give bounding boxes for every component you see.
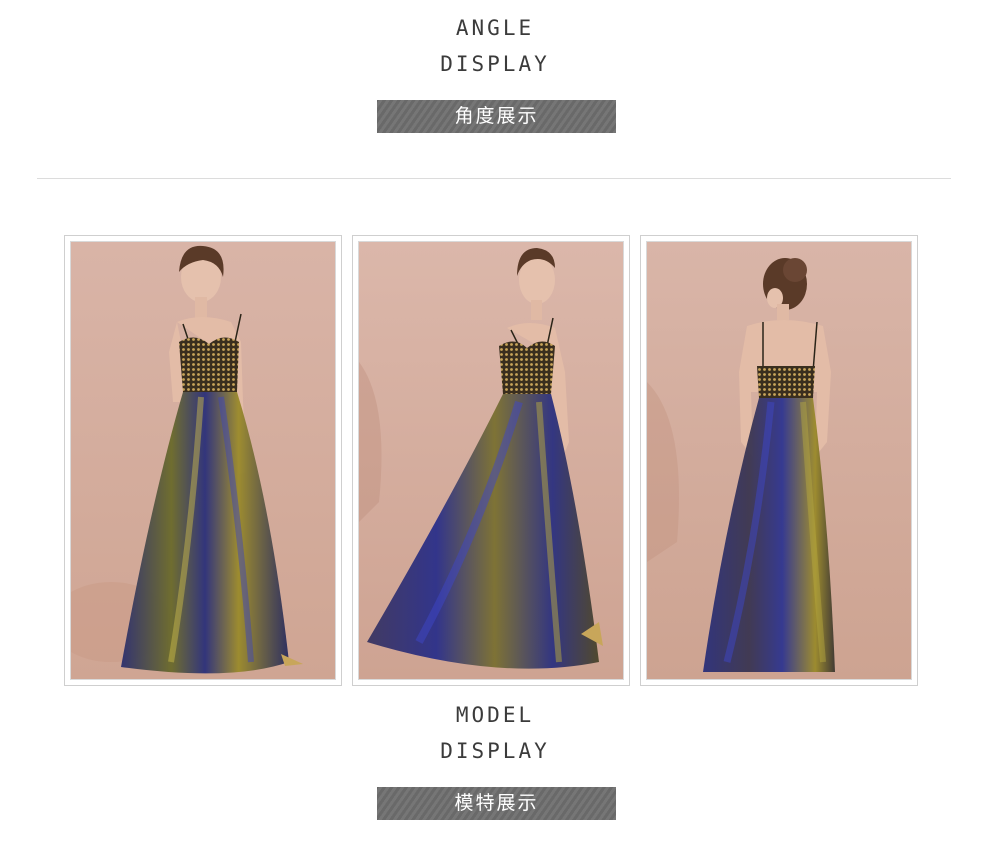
product-photo-front[interactable] [71, 242, 335, 679]
model-display-label: 模特展示 [377, 787, 616, 820]
angle-title-line2: DISPLAY [440, 52, 550, 76]
model-title-line2: DISPLAY [440, 739, 550, 763]
angle-display-label: 角度展示 [377, 100, 616, 133]
angle-title-line1: ANGLE [455, 16, 535, 40]
product-photo-back[interactable] [647, 242, 911, 679]
section-divider [37, 178, 951, 179]
product-photo-side[interactable] [359, 242, 623, 679]
product-photo-back-frame [640, 235, 918, 686]
product-photo-side-frame [352, 235, 630, 686]
product-photo-front-frame [64, 235, 342, 686]
model-title-line1: MODEL [455, 703, 535, 727]
